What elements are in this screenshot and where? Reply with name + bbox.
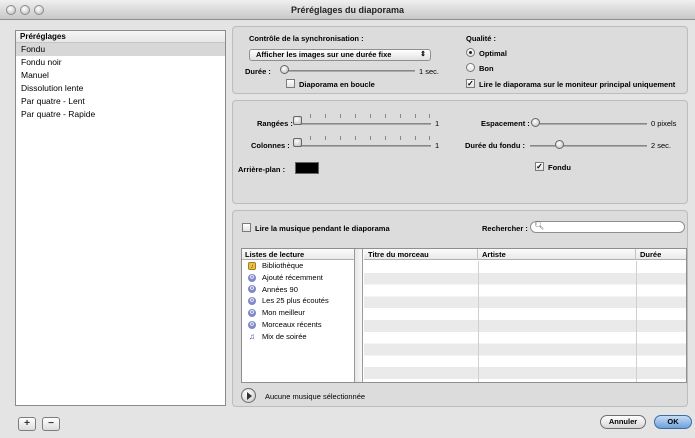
column-artist[interactable]: Artiste [478, 249, 636, 260]
playlist-icon: ♫ [249, 331, 255, 341]
checkmark-icon: ✓ [536, 162, 543, 171]
duration-value: 1 sec. [419, 67, 440, 76]
playlist-item-library[interactable]: ♪ Bibliothèque [242, 260, 354, 272]
smart-playlist-icon: ⚙ [248, 285, 256, 294]
rows-label: Rangées : [257, 119, 293, 128]
smart-playlist-icon: ⚙ [248, 273, 256, 282]
playlists-pane[interactable]: Listes de lecture ♪ Bibliothèque ⚙ Ajouté … [242, 249, 355, 382]
columns-value: 1 [435, 141, 440, 150]
presets-list-header: Préréglages [16, 31, 225, 43]
sync-title: Contrôle de la synchronisation : [249, 34, 364, 43]
search-field[interactable]: 🔍︎ [530, 221, 685, 233]
duration-label: Durée : [245, 67, 271, 76]
rows-slider-track[interactable] [297, 123, 431, 125]
background-color-swatch[interactable] [295, 162, 319, 174]
preset-item-manuel[interactable]: Manuel [16, 69, 225, 82]
popup-arrows-icon: ⇕ [420, 51, 426, 58]
columns-slider-knob[interactable] [293, 138, 302, 147]
quality-optimal-radio[interactable] [466, 48, 475, 57]
play-music-checkbox[interactable] [242, 223, 251, 232]
fade-duration-slider-track[interactable] [530, 145, 647, 147]
duration-slider-track[interactable] [283, 70, 415, 72]
duration-slider-knob[interactable] [280, 65, 289, 74]
smart-playlist-icon: ⚙ [248, 309, 256, 318]
preset-item-dissolution-lente[interactable]: Dissolution lente [16, 82, 225, 95]
rows-value: 1 [435, 119, 440, 128]
sync-mode-popup[interactable]: Afficher les images sur une durée fixe ⇕ [249, 49, 431, 61]
preset-item-fondu-noir[interactable]: Fondu noir [16, 56, 225, 69]
title-bar: Préréglages du diaporama [0, 0, 695, 20]
column-title[interactable]: Titre du morceau [364, 249, 478, 260]
playlists-header: Listes de lecture [242, 249, 354, 260]
quality-optimal-label: Optimal [479, 49, 507, 58]
playlist-item-my-best[interactable]: ⚙ Mon meilleur [242, 307, 354, 319]
preset-item-fondu[interactable]: Fondu [16, 43, 225, 56]
preset-item-par-quatre-rapide[interactable]: Par quatre - Rapide [16, 108, 225, 121]
library-icon: ♪ [248, 261, 256, 270]
fade-duration-value: 2 sec. [651, 141, 672, 150]
spacing-slider-knob[interactable] [531, 118, 540, 127]
spacing-value: 0 pixels [651, 119, 677, 128]
column-duration[interactable]: Durée [636, 249, 686, 260]
tracks-rows [364, 261, 686, 382]
quality-good-label: Bon [479, 64, 494, 73]
play-music-button[interactable] [241, 388, 256, 403]
main-monitor-checkbox[interactable]: ✓ [466, 79, 475, 88]
tracks-header: Titre du morceau Artiste Durée [364, 249, 686, 260]
spacing-label: Espacement : [481, 119, 530, 128]
smart-playlist-icon: ⚙ [248, 320, 256, 329]
music-browser: Listes de lecture ♪ Bibliothèque ⚙ Ajouté … [241, 248, 687, 383]
playlists-scrollbar[interactable] [355, 249, 363, 382]
spacing-slider-track[interactable] [535, 123, 647, 125]
music-status: Aucune musique sélectionnée [265, 392, 366, 401]
playlist-item-recently-added[interactable]: ⚙ Ajouté récemment [242, 272, 354, 284]
checkmark-icon: ✓ [467, 79, 474, 88]
grid-settings-group: Rangées : 1 Colonnes : 1 Arrière-plan : … [232, 100, 688, 204]
add-preset-button[interactable]: + [18, 417, 36, 431]
remove-preset-button[interactable]: − [42, 417, 60, 431]
sync-mode-value: Afficher les images sur une durée fixe [256, 50, 392, 59]
cancel-button[interactable]: Annuler [600, 415, 646, 429]
play-music-label: Lire la musique pendant le diaporama [255, 224, 390, 233]
smart-playlist-icon: ⚙ [248, 297, 256, 306]
music-group: Lire la musique pendant le diaporama Rec… [232, 210, 688, 407]
ok-button[interactable]: OK [654, 415, 692, 429]
playlist-item-party-mix[interactable]: ♫ Mix de soirée [242, 331, 354, 343]
background-label: Arrière-plan : [238, 165, 286, 174]
fade-label: Fondu [548, 163, 571, 172]
fade-duration-label: Durée du fondu : [465, 141, 525, 150]
search-icon: 🔍︎ [534, 221, 545, 230]
rows-slider-knob[interactable] [293, 116, 302, 125]
preset-item-par-quatre-lent[interactable]: Par quatre - Lent [16, 95, 225, 108]
loop-label: Diaporama en boucle [299, 80, 375, 89]
playlist-item-90s[interactable]: ⚙ Années 90 [242, 284, 354, 296]
sync-quality-group: Contrôle de la synchronisation : Affiche… [232, 26, 688, 94]
fade-duration-slider-knob[interactable] [555, 140, 564, 149]
tracks-table[interactable]: Titre du morceau Artiste Durée [364, 249, 686, 382]
search-label: Rechercher : [482, 224, 528, 233]
fade-checkbox[interactable]: ✓ [535, 162, 544, 171]
columns-slider-track[interactable] [297, 145, 431, 147]
playlist-item-top-25[interactable]: ⚙ Les 25 plus écoutés [242, 295, 354, 307]
playlist-item-recent-tracks[interactable]: ⚙ Morceaux récents [242, 319, 354, 331]
preset-window: Préréglages Fondu Fondu noir Manuel Diss… [0, 20, 695, 438]
window-title: Préréglages du diaporama [290, 5, 405, 15]
presets-list[interactable]: Préréglages Fondu Fondu noir Manuel Diss… [15, 30, 226, 406]
quality-title: Qualité : [466, 34, 497, 43]
quality-good-radio[interactable] [466, 63, 475, 72]
loop-checkbox[interactable] [286, 79, 295, 88]
columns-label: Colonnes : [251, 141, 290, 150]
main-monitor-label: Lire le diaporama sur le moniteur princi… [479, 80, 676, 89]
